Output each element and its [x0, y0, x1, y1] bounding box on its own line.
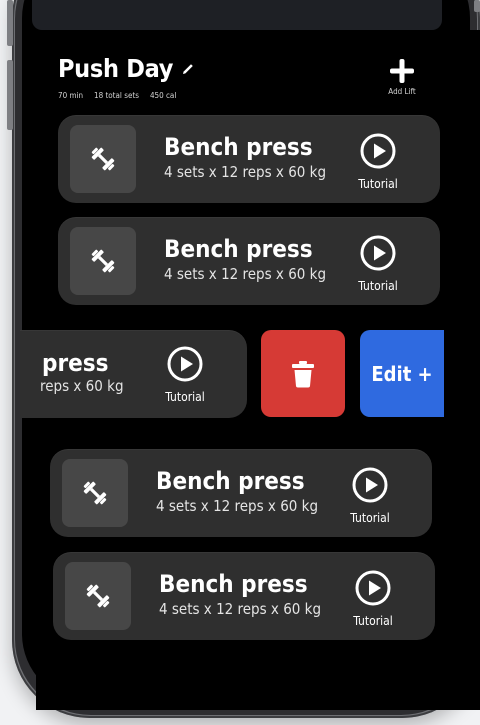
lift-row[interactable]: Bench press 4 sets x 12 reps x 60 kg Tut… — [53, 552, 435, 640]
lift-thumbnail — [70, 227, 136, 295]
lift-thumbnail — [70, 125, 136, 193]
tutorial-button[interactable]: Tutorial — [353, 234, 403, 293]
lift-detail: 4 sets x 12 reps x 60 kg — [164, 265, 327, 283]
phone-side-button — [7, 60, 13, 130]
tutorial-button[interactable]: Tutorial — [348, 569, 398, 628]
lift-thumbnail — [65, 562, 131, 630]
add-lift-label: Add Lift — [388, 87, 416, 96]
lift-row[interactable]: Bench press 4 sets x 12 reps x 60 kg Tut… — [50, 449, 432, 537]
lift-row[interactable]: Bench press 4 sets x 12 reps x 60 kg Tut… — [58, 115, 440, 203]
tutorial-button[interactable]: Tutorial — [345, 466, 395, 525]
tutorial-label: Tutorial — [350, 511, 390, 525]
phone-side-button — [7, 0, 13, 46]
dumbbell-icon — [91, 249, 115, 273]
dumbbell-icon — [86, 584, 110, 608]
lift-thumbnail — [62, 459, 128, 527]
lift-name: Bench press — [164, 133, 313, 161]
tutorial-label: Tutorial — [358, 177, 398, 191]
lift-detail: 4 sets x 12 reps x 60 kg — [164, 163, 327, 181]
workout-title: Push Day — [58, 54, 174, 83]
tutorial-button[interactable]: Tutorial — [353, 132, 403, 191]
workout-header: Push Day — [58, 54, 195, 83]
dumbbell-icon — [91, 147, 115, 171]
edit-button[interactable]: Edit + — [360, 330, 444, 417]
play-circle-icon — [352, 467, 388, 503]
play-circle-icon — [167, 346, 203, 382]
phone-side-button — [474, 0, 480, 12]
lift-name: Bench press — [156, 467, 305, 495]
lift-name: press — [42, 349, 109, 377]
plus-icon — [390, 59, 414, 83]
top-panel — [32, 0, 442, 30]
pencil-icon[interactable] — [181, 62, 195, 76]
tutorial-button[interactable]: Tutorial — [160, 345, 210, 404]
workout-stats: 70 min 18 total sets 450 cal — [58, 91, 176, 100]
trash-icon — [292, 360, 314, 387]
tutorial-label: Tutorial — [165, 390, 205, 404]
lift-name: Bench press — [164, 235, 313, 263]
workout-calories: 450 cal — [149, 91, 177, 100]
tutorial-label: Tutorial — [358, 279, 398, 293]
lift-detail: 4 sets x 12 reps x 60 kg — [159, 600, 322, 618]
tutorial-label: Tutorial — [353, 614, 393, 628]
delete-button[interactable] — [261, 330, 345, 417]
lift-detail: 4 sets x 12 reps x 60 kg — [156, 497, 319, 515]
lift-row-swiped[interactable]: press reps x 60 kg Tutorial — [20, 330, 247, 418]
dumbbell-icon — [83, 481, 107, 505]
workout-total-sets: 18 total sets — [94, 91, 139, 100]
lift-name: Bench press — [159, 570, 308, 598]
workout-duration: 70 min — [58, 91, 84, 100]
lift-detail: reps x 60 kg — [40, 377, 124, 395]
play-circle-icon — [355, 570, 391, 606]
play-circle-icon — [360, 133, 396, 169]
play-circle-icon — [360, 235, 396, 271]
lift-row[interactable]: Bench press 4 sets x 12 reps x 60 kg Tut… — [58, 217, 440, 305]
add-lift-button[interactable]: Add Lift — [382, 58, 422, 96]
